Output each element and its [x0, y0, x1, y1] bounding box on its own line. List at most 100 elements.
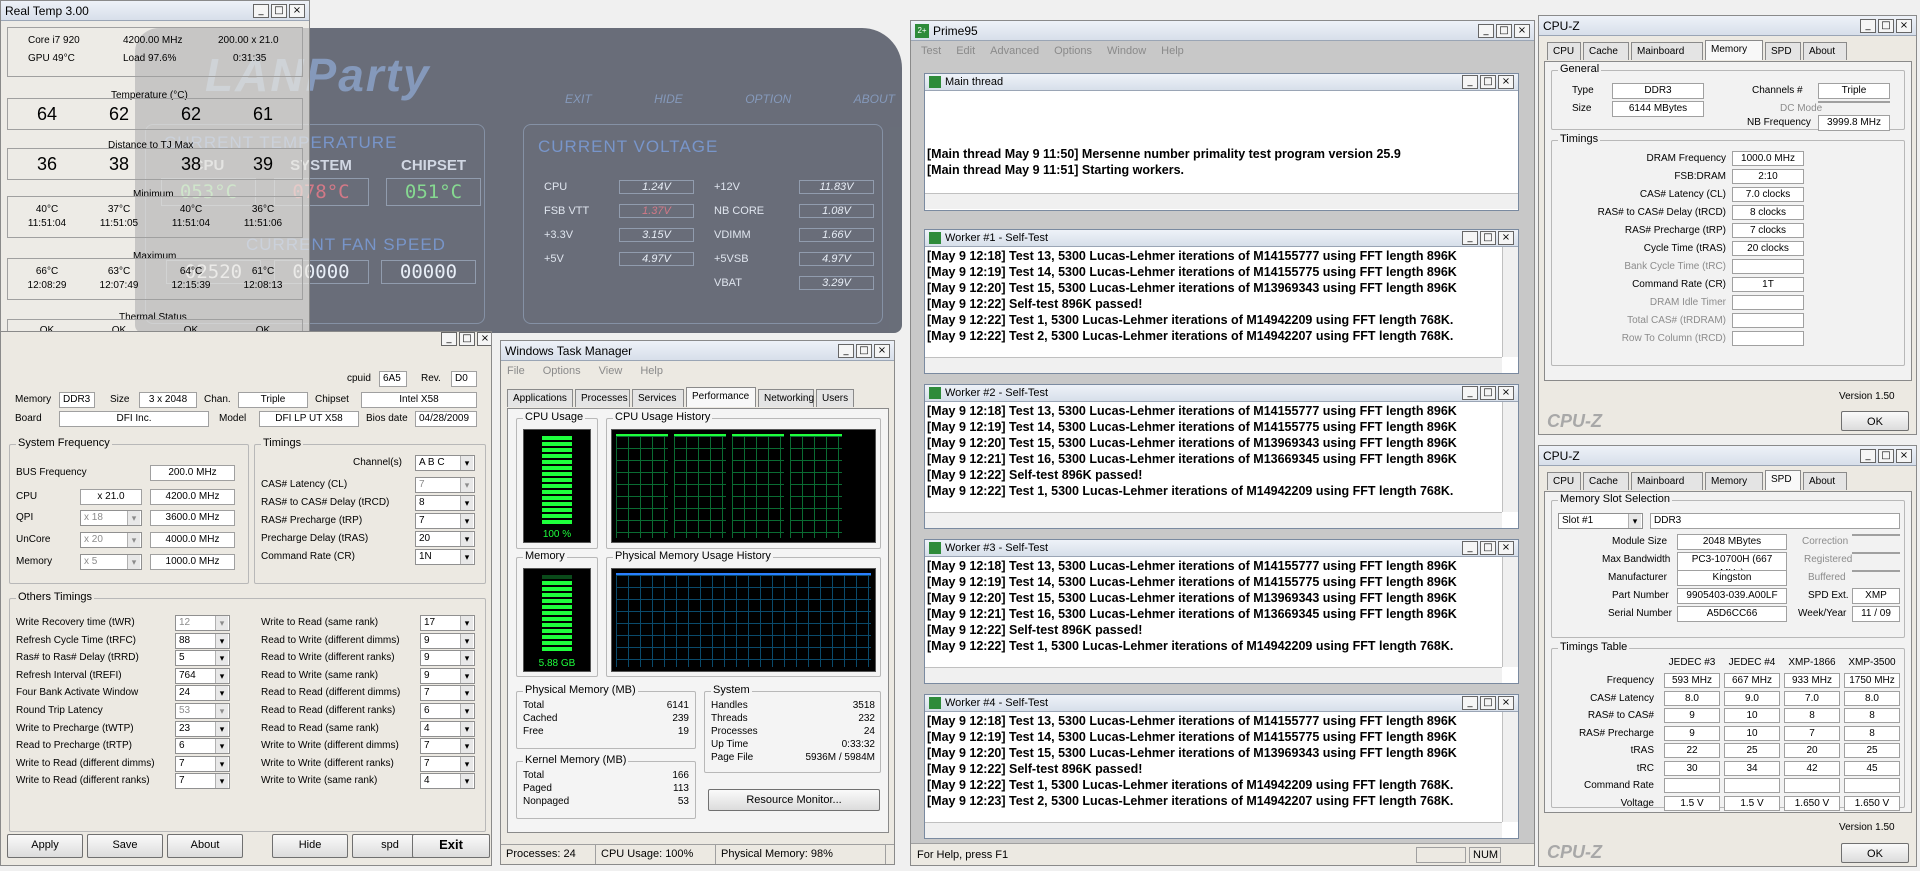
minimize-icon[interactable]: _: [253, 3, 269, 18]
maximize-icon[interactable]: □: [856, 343, 872, 358]
timing-select[interactable]: 20: [415, 531, 475, 547]
worker-hscroll[interactable]: [925, 667, 1502, 683]
other-timing-select[interactable]: 6: [420, 703, 475, 719]
tab-spd[interactable]: SPD: [1765, 470, 1801, 490]
menu-item[interactable]: Window: [1107, 45, 1146, 57]
lanparty-menu-item[interactable]: HIDE: [654, 92, 683, 106]
menu-item[interactable]: Edit: [956, 45, 975, 57]
other-timing-select[interactable]: 4: [420, 720, 475, 737]
menu-item[interactable]: Help: [1161, 45, 1184, 57]
other-timing-select[interactable]: 4: [420, 773, 475, 790]
tab-processes[interactable]: Processes: [575, 389, 630, 407]
channels-select[interactable]: A B C: [415, 455, 475, 471]
timing-select[interactable]: 1N: [415, 549, 475, 565]
close-icon[interactable]: ×: [477, 332, 491, 346]
tab-memory[interactable]: Memory: [1705, 472, 1763, 490]
maximize-icon[interactable]: □: [1480, 386, 1496, 400]
worker-vscroll[interactable]: [1502, 712, 1518, 822]
close-icon[interactable]: ×: [1498, 386, 1514, 400]
minimize-icon[interactable]: _: [1860, 18, 1876, 33]
worker-titlebar[interactable]: Worker #3 - Self-Test _ □ ×: [925, 540, 1518, 557]
tab-cpu[interactable]: CPU: [1547, 42, 1581, 60]
cpuz-spd-titlebar[interactable]: CPU-Z _ □ ×: [1539, 446, 1916, 466]
worker-hscroll[interactable]: [925, 512, 1502, 528]
maximize-icon[interactable]: □: [271, 3, 287, 18]
tab-memory[interactable]: Memory: [1705, 40, 1763, 60]
save-button[interactable]: Save: [87, 834, 163, 858]
maximize-icon[interactable]: □: [1480, 75, 1496, 89]
worker-hscroll[interactable]: [925, 357, 1502, 373]
minimize-icon[interactable]: _: [1462, 696, 1478, 710]
worker-titlebar[interactable]: Worker #4 - Self-Test _ □ ×: [925, 695, 1518, 712]
worker-titlebar[interactable]: Worker #2 - Self-Test _ □ ×: [925, 385, 1518, 402]
maximize-icon[interactable]: □: [1878, 448, 1894, 463]
tab-services[interactable]: Services: [632, 389, 684, 407]
resource-monitor-button[interactable]: Resource Monitor...: [708, 789, 880, 811]
tab-about[interactable]: About: [1803, 472, 1847, 490]
spd-ok-button[interactable]: OK: [1841, 843, 1909, 863]
timing-select[interactable]: 7: [415, 513, 475, 529]
mem-mult-select[interactable]: x 5: [80, 554, 142, 570]
timing-select[interactable]: 8: [415, 495, 475, 511]
other-timing-select[interactable]: 7: [175, 773, 230, 790]
apply-button[interactable]: Apply: [7, 834, 83, 858]
other-timing-select[interactable]: 5: [175, 650, 230, 667]
other-timing-select[interactable]: 24: [175, 685, 230, 702]
lanparty-menu-item[interactable]: ABOUT: [854, 92, 895, 106]
hide-button[interactable]: Hide: [272, 834, 348, 858]
worker-titlebar[interactable]: Worker #1 - Self-Test _ □ ×: [925, 230, 1518, 247]
close-icon[interactable]: ×: [1896, 18, 1912, 33]
close-icon[interactable]: ×: [1514, 23, 1530, 38]
menu-item[interactable]: View: [599, 365, 623, 377]
worker-vscroll[interactable]: [1502, 402, 1518, 512]
minimize-icon[interactable]: _: [1462, 541, 1478, 555]
other-timing-select[interactable]: 9: [420, 650, 475, 667]
timing-select[interactable]: 7: [415, 477, 475, 493]
lanparty-menu-item[interactable]: EXIT: [565, 92, 592, 106]
menu-item[interactable]: Test: [921, 45, 941, 57]
worker-vscroll[interactable]: [1502, 557, 1518, 667]
other-timing-select[interactable]: 7: [420, 755, 475, 772]
other-timing-select[interactable]: 9: [420, 667, 475, 684]
taskman-titlebar[interactable]: Windows Task Manager _ □ ×: [501, 341, 894, 361]
realtemp-titlebar[interactable]: Real Temp 3.00 _ □ ×: [1, 1, 309, 21]
tab-mainboard[interactable]: Mainboard: [1631, 42, 1703, 60]
tab-cache[interactable]: Cache: [1583, 42, 1629, 60]
minimize-icon[interactable]: _: [1860, 448, 1876, 463]
tab-applications[interactable]: Applications: [507, 389, 573, 407]
minimize-icon[interactable]: _: [1462, 75, 1478, 89]
other-timing-select[interactable]: 7: [420, 738, 475, 755]
ok-button[interactable]: OK: [1841, 411, 1909, 431]
other-timing-select[interactable]: 88: [175, 632, 230, 649]
tab-performance[interactable]: Performance: [686, 387, 756, 407]
maximize-icon[interactable]: □: [1496, 23, 1512, 38]
other-timing-select[interactable]: 23: [175, 720, 230, 737]
maximize-icon[interactable]: □: [1480, 696, 1496, 710]
menu-item[interactable]: Options: [1054, 45, 1092, 57]
other-timing-select[interactable]: 17: [420, 615, 475, 631]
worker-vscroll[interactable]: [1502, 247, 1518, 357]
qpi-mult-select[interactable]: x 18: [80, 510, 142, 526]
menu-item[interactable]: Advanced: [990, 45, 1039, 57]
minimize-icon[interactable]: _: [1478, 23, 1494, 38]
other-timing-select[interactable]: 53: [175, 703, 230, 719]
maximize-icon[interactable]: □: [1480, 541, 1496, 555]
menu-item[interactable]: Options: [543, 365, 581, 377]
other-timing-select[interactable]: 764: [175, 667, 230, 684]
slot-select[interactable]: Slot #1: [1558, 513, 1643, 529]
menu-item[interactable]: Help: [640, 365, 663, 377]
cpuz-titlebar[interactable]: CPU-Z _ □ ×: [1539, 16, 1916, 36]
close-icon[interactable]: ×: [289, 3, 305, 18]
other-timing-select[interactable]: 12: [175, 615, 230, 631]
close-icon[interactable]: ×: [1896, 448, 1912, 463]
maximize-icon[interactable]: □: [459, 332, 475, 346]
prime95-titlebar[interactable]: 2+ Prime95 _ □ ×: [911, 21, 1534, 41]
about-button[interactable]: About: [167, 834, 243, 858]
uncore-mult-select[interactable]: x 20: [80, 532, 142, 548]
minimize-icon[interactable]: _: [1462, 386, 1478, 400]
other-timing-select[interactable]: 7: [420, 685, 475, 702]
minimize-icon[interactable]: _: [838, 343, 854, 358]
exit-button[interactable]: Exit: [412, 834, 490, 858]
minimize-icon[interactable]: _: [1462, 231, 1478, 245]
minimize-icon[interactable]: _: [441, 332, 457, 346]
